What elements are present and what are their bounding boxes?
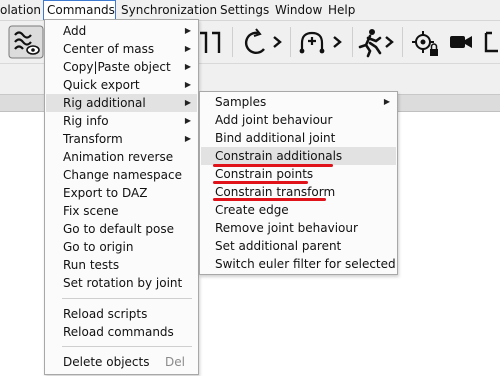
menu-item-rig-additional[interactable]: Rig additional ▶ [46, 94, 197, 112]
menu-interpolation[interactable]: olation [0, 0, 41, 20]
layers-eye-icon[interactable] [8, 25, 44, 59]
menu-item-label: Center of mass [63, 42, 155, 56]
annotation-underline [213, 198, 326, 201]
frame-bracket-icon[interactable] [196, 25, 224, 59]
menu-item-transform[interactable]: Transform ▶ [46, 130, 197, 148]
menu-item-export-to-daz[interactable]: Export to DAZ [46, 184, 197, 202]
add-node-icon[interactable] [296, 25, 350, 59]
menu-commands[interactable]: Commands [43, 0, 116, 20]
menu-item-quick-export[interactable]: Quick export ▶ [46, 76, 197, 94]
menu-item-add-joint-behaviour[interactable]: Add joint behaviour [201, 111, 396, 129]
menu-synchronization[interactable]: Synchronization [121, 0, 217, 20]
toolbar-separator [352, 27, 353, 57]
menu-item-add[interactable]: Add ▶ [46, 22, 197, 40]
toolbar-separator [402, 27, 403, 57]
menu-item-run-tests[interactable]: Run tests [46, 256, 197, 274]
submenu-arrow-icon: ▶ [184, 134, 191, 143]
camera-icon[interactable] [448, 25, 474, 59]
submenu-arrow-icon: ▶ [184, 44, 191, 53]
shortcut-label: Del [165, 355, 185, 369]
menu-item-animation-reverse[interactable]: Animation reverse [46, 148, 197, 166]
locked-target-icon[interactable] [408, 25, 442, 59]
menu-item-label: Rig info [63, 114, 109, 128]
menu-item-label: Transform [63, 132, 123, 146]
menu-item-label: Add [63, 24, 87, 38]
menu-window[interactable]: Window [275, 0, 322, 20]
menu-separator [62, 346, 192, 347]
menu-item-label: Quick export [63, 78, 140, 92]
menu-item-change-namespace[interactable]: Change namespace [46, 166, 197, 184]
menu-item-go-to-origin[interactable]: Go to origin [46, 238, 197, 256]
submenu-arrow-icon: ▶ [184, 80, 191, 89]
submenu-arrow-icon: ▶ [184, 116, 191, 125]
menu-item-bind-additional-joint[interactable]: Bind additional joint [201, 129, 396, 147]
menu-settings[interactable]: Settings [220, 0, 269, 20]
running-figure-icon[interactable] [354, 25, 398, 59]
commands-menu: Add ▶ Center of mass ▶ Copy|Paste object ▶ … [44, 19, 199, 375]
menu-item-samples[interactable]: Samples ▶ [201, 93, 396, 111]
menu-item-label: Copy|Paste object [63, 60, 171, 74]
toolbar-separator [232, 27, 233, 57]
menu-item-create-edge[interactable]: Create edge [201, 201, 396, 219]
annotation-underline [213, 164, 333, 167]
submenu-arrow-icon: ▶ [184, 26, 191, 35]
menu-item-reload-scripts[interactable]: Reload scripts [46, 305, 197, 323]
submenu-arrow-icon: ▶ [184, 62, 191, 71]
menu-separator [62, 298, 192, 299]
menu-item-remove-joint-behaviour[interactable]: Remove joint behaviour [201, 219, 396, 237]
menu-item-label: Rig additional [63, 96, 146, 110]
menu-item-label: Samples [215, 95, 267, 109]
submenu-arrow-icon: ▶ [383, 97, 390, 106]
crop-icon[interactable] [482, 25, 500, 59]
menu-item-reload-commands[interactable]: Reload commands [46, 323, 197, 341]
menu-item-rig-info[interactable]: Rig info ▶ [46, 112, 197, 130]
submenu-arrow-icon: ▶ [184, 98, 191, 107]
menu-item-fix-scene[interactable]: Fix scene [46, 202, 197, 220]
annotation-underline [213, 181, 308, 184]
menu-item-go-to-default-pose[interactable]: Go to default pose [46, 220, 197, 238]
menu-item-copy-paste-object[interactable]: Copy|Paste object ▶ [46, 58, 197, 76]
menu-item-center-of-mass[interactable]: Center of mass ▶ [46, 40, 197, 58]
menu-help[interactable]: Help [328, 0, 355, 20]
menu-item-set-rotation-by-joint[interactable]: Set rotation by joint [46, 274, 197, 292]
toolbar-separator [290, 27, 291, 57]
menu-bar: olation Commands Synchronization Setting… [0, 0, 500, 21]
menu-item-label: Delete objects [63, 355, 150, 369]
menu-item-delete-objects[interactable]: Delete objects Del [46, 353, 197, 371]
rotate-icon[interactable] [238, 25, 286, 59]
menu-item-switch-euler-filter[interactable]: Switch euler filter for selected [201, 255, 396, 273]
menu-item-set-additional-parent[interactable]: Set additional parent [201, 237, 396, 255]
menu-item-constrain-additionals[interactable]: Constrain additionals [201, 147, 396, 165]
